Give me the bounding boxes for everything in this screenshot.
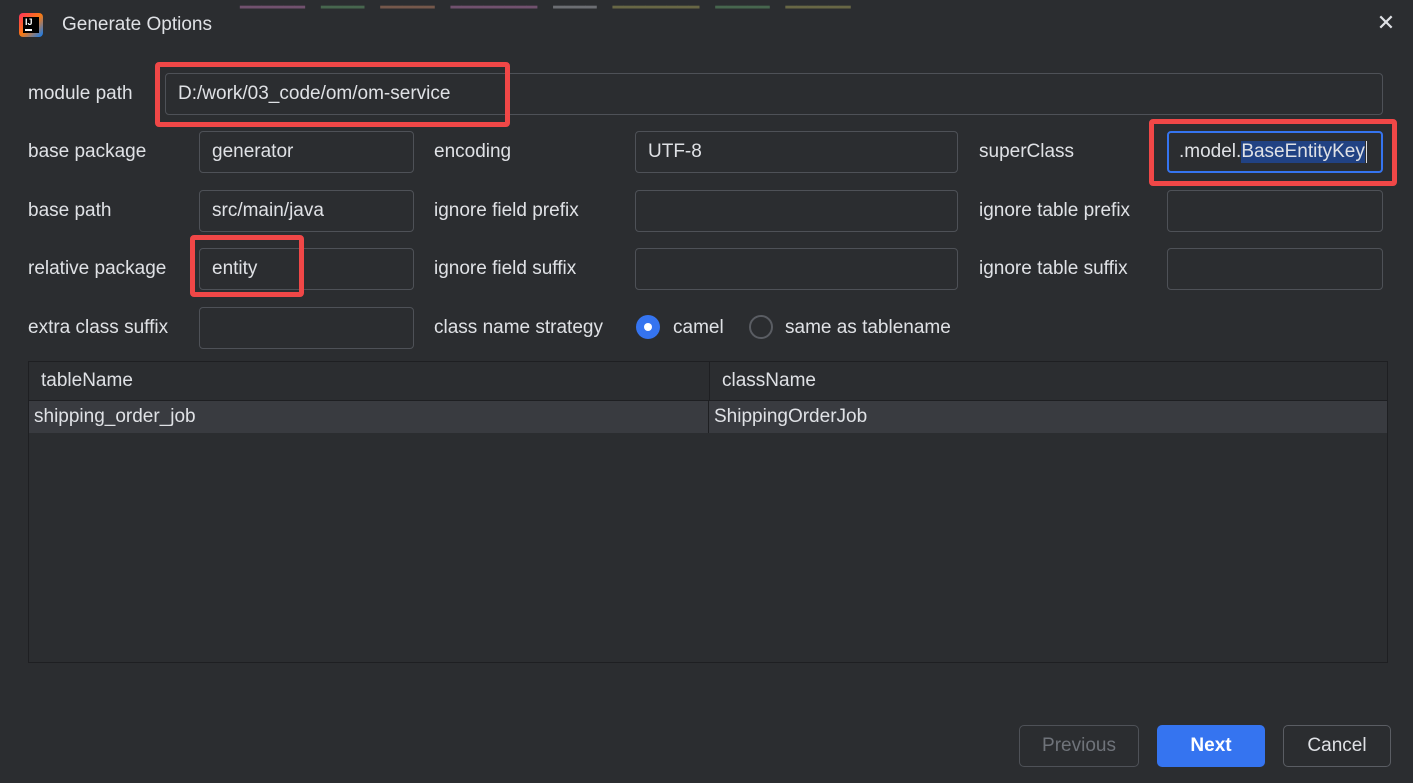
superclass-value-selected: BaseEntityKey <box>1241 141 1365 163</box>
base-package-input[interactable]: generator <box>199 131 414 173</box>
column-header-classname[interactable]: className <box>710 362 1387 400</box>
ignore-table-prefix-label: ignore table prefix <box>979 200 1131 221</box>
relative-package-label: relative package <box>28 258 167 279</box>
encoding-label: encoding <box>434 141 512 162</box>
ignore-field-prefix-input[interactable] <box>635 190 958 232</box>
close-icon[interactable]: ✕ <box>1371 8 1401 38</box>
extra-class-suffix-input[interactable] <box>199 307 414 349</box>
radio-camel-label[interactable]: camel <box>673 317 724 339</box>
cancel-button[interactable]: Cancel <box>1283 725 1391 767</box>
table-header: tableName className <box>29 362 1387 401</box>
radio-same-as-tablename-label[interactable]: same as tablename <box>785 317 951 339</box>
text-caret <box>1365 141 1367 163</box>
base-package-label: base package <box>28 141 147 162</box>
generate-options-dialog: ▁▁▁▁▁▁▁▁▁▁▁▁▁▁▁▁▁▁▁▁▁▁▁▁▁▁▁▁▁▁▁▁▁▁▁▁▁▁▁▁… <box>0 0 1413 783</box>
table-mapping: tableName className shipping_order_job S… <box>28 361 1388 663</box>
base-path-input[interactable]: src/main/java <box>199 190 414 232</box>
base-package-value: generator <box>212 141 294 162</box>
ignore-field-suffix-input[interactable] <box>635 248 958 290</box>
module-path-value: D:/work/03_code/om/om-service <box>178 83 451 104</box>
ignore-field-prefix-label: ignore field prefix <box>434 200 579 221</box>
intellij-logo-icon <box>19 13 43 37</box>
ignore-table-suffix-input[interactable] <box>1167 248 1383 290</box>
dialog-title: Generate Options <box>62 14 212 35</box>
radio-camel[interactable] <box>636 315 660 339</box>
ignore-table-suffix-label: ignore table suffix <box>979 258 1128 279</box>
title-bar: ▁▁▁▁▁▁▁▁▁▁▁▁▁▁▁▁▁▁▁▁▁▁▁▁▁▁▁▁▁▁▁▁▁▁▁▁▁▁▁▁… <box>0 0 1413 50</box>
ignore-table-prefix-input[interactable] <box>1167 190 1383 232</box>
cell-tablename[interactable]: shipping_order_job <box>29 401 709 433</box>
extra-class-suffix-label: extra class suffix <box>28 317 169 338</box>
cell-classname[interactable]: ShippingOrderJob <box>709 401 1387 433</box>
ignore-field-suffix-label: ignore field suffix <box>434 258 577 279</box>
background-code-glimpse: ▁▁▁▁▁▁▁▁▁▁▁▁▁▁▁▁▁▁▁▁▁▁▁▁▁▁▁▁▁▁▁▁▁▁▁▁▁▁▁▁… <box>240 0 867 9</box>
superclass-value-prefix: .model. <box>1179 141 1242 162</box>
table-row[interactable]: shipping_order_job ShippingOrderJob <box>29 401 1387 433</box>
encoding-input[interactable]: UTF-8 <box>635 131 958 173</box>
previous-button[interactable]: Previous <box>1019 725 1139 767</box>
superclass-label: superClass <box>979 141 1075 162</box>
class-name-strategy-label: class name strategy <box>434 317 603 338</box>
module-path-input[interactable]: D:/work/03_code/om/om-service <box>165 73 1383 115</box>
relative-package-input[interactable]: entity <box>199 248 414 290</box>
column-header-tablename[interactable]: tableName <box>29 362 709 400</box>
module-path-label: module path <box>28 83 133 104</box>
radio-same-as-tablename[interactable] <box>749 315 773 339</box>
base-path-label: base path <box>28 200 112 221</box>
next-button[interactable]: Next <box>1157 725 1265 767</box>
base-path-value: src/main/java <box>212 200 324 221</box>
superclass-input[interactable]: .model. BaseEntityKey <box>1167 131 1383 173</box>
encoding-value: UTF-8 <box>648 141 702 162</box>
relative-package-value: entity <box>212 258 258 279</box>
